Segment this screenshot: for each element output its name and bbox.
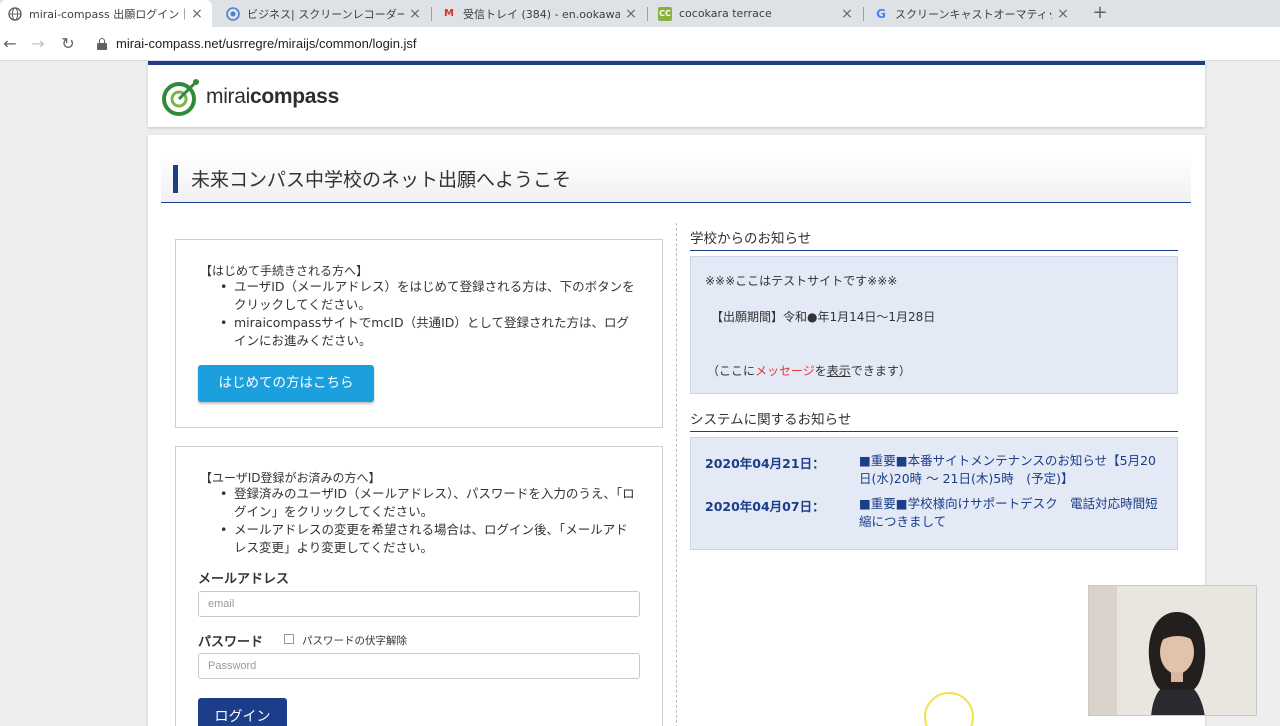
notice-date: 2020年04月21日：: [705, 456, 825, 471]
column-divider: [676, 223, 677, 726]
gmail-icon: M: [444, 8, 454, 19]
first-time-instructions: ユーザID（メールアドレス）をはじめて登録される方は、下のボタンをクリックしてく…: [220, 278, 640, 350]
tab-title: ビジネス| スクリーンレコーダー＆ビデオ: [247, 7, 404, 21]
forward-icon[interactable]: →: [26, 32, 50, 56]
tab-title: cocokara terrace: [679, 7, 772, 20]
first-time-heading: 【はじめて手続きされる方へ】: [200, 264, 369, 278]
back-icon[interactable]: ←: [0, 32, 22, 56]
system-notice-heading: システムに関するお知らせ: [690, 408, 1178, 432]
registered-heading: 【ユーザID登録がお済みの方へ】: [200, 471, 381, 485]
close-icon[interactable]: ×: [408, 6, 422, 22]
application-period: 【出願期間】令和●年1月14日〜1月28日: [711, 310, 936, 324]
tab-screencast[interactable]: ビジネス| スクリーンレコーダー＆ビデオ ×: [218, 0, 430, 27]
browser-tab-bar: mirai-compass 出願ログイン｜未来コン × ビジネス| スクリーンレ…: [0, 0, 1280, 27]
system-notice-box: 2020年04月21日： ■重要■本番サイトメンテナンスのお知らせ【5月20 日…: [690, 437, 1178, 550]
instruction-item: 登録済みのユーザID（メールアドレス）、パスワードを入力のうえ、「ログイン」をク…: [220, 485, 640, 521]
tab-google-search[interactable]: G スクリーンキャストオーマティック PC ノ ×: [866, 0, 1078, 27]
tab-cocokara[interactable]: CC cocokara terrace ×: [650, 0, 862, 27]
password-input[interactable]: Password: [198, 653, 640, 679]
tab-separator: [647, 7, 648, 21]
webcam-overlay: [1088, 585, 1257, 716]
site-header: miraicompass: [148, 61, 1205, 127]
compass-logo-icon: [162, 79, 199, 116]
record-icon: [226, 6, 240, 21]
unmask-password-checkbox[interactable]: [284, 634, 294, 644]
first-time-button[interactable]: はじめての方はこちら: [198, 365, 374, 402]
registered-user-box: 【ユーザID登録がお済みの方へ】 登録済みのユーザID（メールアドレス）、パスワ…: [175, 446, 663, 726]
close-icon[interactable]: ×: [840, 6, 854, 22]
email-input[interactable]: email: [198, 591, 640, 617]
browser-toolbar: ← → ↻ mirai-compass.net/usrregre/miraijs…: [0, 27, 1280, 61]
password-label: パスワード: [198, 635, 264, 650]
close-icon[interactable]: ×: [190, 6, 204, 22]
tab-title: スクリーンキャストオーマティック PC ノ: [895, 7, 1052, 21]
mirai-compass-logo[interactable]: miraicompass: [160, 75, 350, 119]
tab-separator: [431, 7, 432, 21]
notice-date: 2020年04月07日：: [705, 499, 825, 514]
page-title: 未来コンパス中学校のネット出願へようこそ: [191, 169, 572, 191]
presenter-video: [1089, 586, 1256, 715]
registered-instructions: 登録済みのユーザID（メールアドレス）、パスワードを入力のうえ、「ログイン」をク…: [220, 485, 640, 557]
unmask-password-label[interactable]: パスワードの伏字解除: [302, 633, 407, 648]
instruction-item: メールアドレスの変更を希望される場合は、ログイン後、「メールアドレス変更」より変…: [220, 521, 640, 557]
close-icon[interactable]: ×: [1056, 6, 1070, 22]
instruction-item: miraicompassサイトでmcID（共通ID）として登録された方は、ログイ…: [220, 314, 640, 350]
google-icon: G: [876, 6, 886, 21]
instruction-item: ユーザID（メールアドレス）をはじめて登録される方は、下のボタンをクリックしてく…: [220, 278, 640, 314]
main-content: 未来コンパス中学校のネット出願へようこそ 【はじめて手続きされる方へ】 ユーザI…: [148, 135, 1205, 726]
title-accent-bar: [173, 165, 178, 193]
globe-icon: [8, 6, 22, 21]
cocokara-icon: CC: [658, 6, 672, 21]
tab-mirai-compass[interactable]: mirai-compass 出願ログイン｜未来コン ×: [0, 0, 212, 27]
tab-gmail[interactable]: M 受信トレイ (384) - en.ookawa@gm ×: [434, 0, 646, 27]
reload-icon[interactable]: ↻: [56, 32, 80, 56]
new-tab-button[interactable]: +: [1089, 2, 1111, 24]
lock-icon[interactable]: [97, 38, 107, 50]
login-button[interactable]: ログイン: [198, 698, 287, 726]
tab-title: 受信トレイ (384) - en.ookawa@gm: [463, 7, 620, 21]
tab-title: mirai-compass 出願ログイン｜未来コン: [29, 7, 186, 21]
school-notice-box: ※※※ここはテストサイトです※※※ 【出願期間】令和●年1月14日〜1月28日 …: [690, 256, 1178, 394]
logo-wordmark: miraicompass: [206, 85, 339, 108]
message-placeholder: （ここにメッセージを表示できます）: [707, 364, 911, 378]
notice-link[interactable]: ■重要■学校様向けサポートデスク 電話対応時間短 縮につきまして: [859, 495, 1169, 531]
close-icon[interactable]: ×: [624, 6, 638, 22]
notice-link[interactable]: ■重要■本番サイトメンテナンスのお知らせ【5月20 日(水)20時 〜 21日(…: [859, 452, 1169, 488]
tab-separator: [863, 7, 864, 21]
test-site-notice: ※※※ここはテストサイトです※※※: [705, 274, 898, 288]
title-band: 未来コンパス中学校のネット出願へようこそ: [161, 155, 1191, 203]
address-bar[interactable]: mirai-compass.net/usrregre/miraijs/commo…: [116, 36, 417, 51]
first-time-box: 【はじめて手続きされる方へ】 ユーザID（メールアドレス）をはじめて登録される方…: [175, 239, 663, 428]
email-label: メールアドレス: [198, 572, 290, 587]
school-notice-heading: 学校からのお知らせ: [690, 227, 1178, 251]
